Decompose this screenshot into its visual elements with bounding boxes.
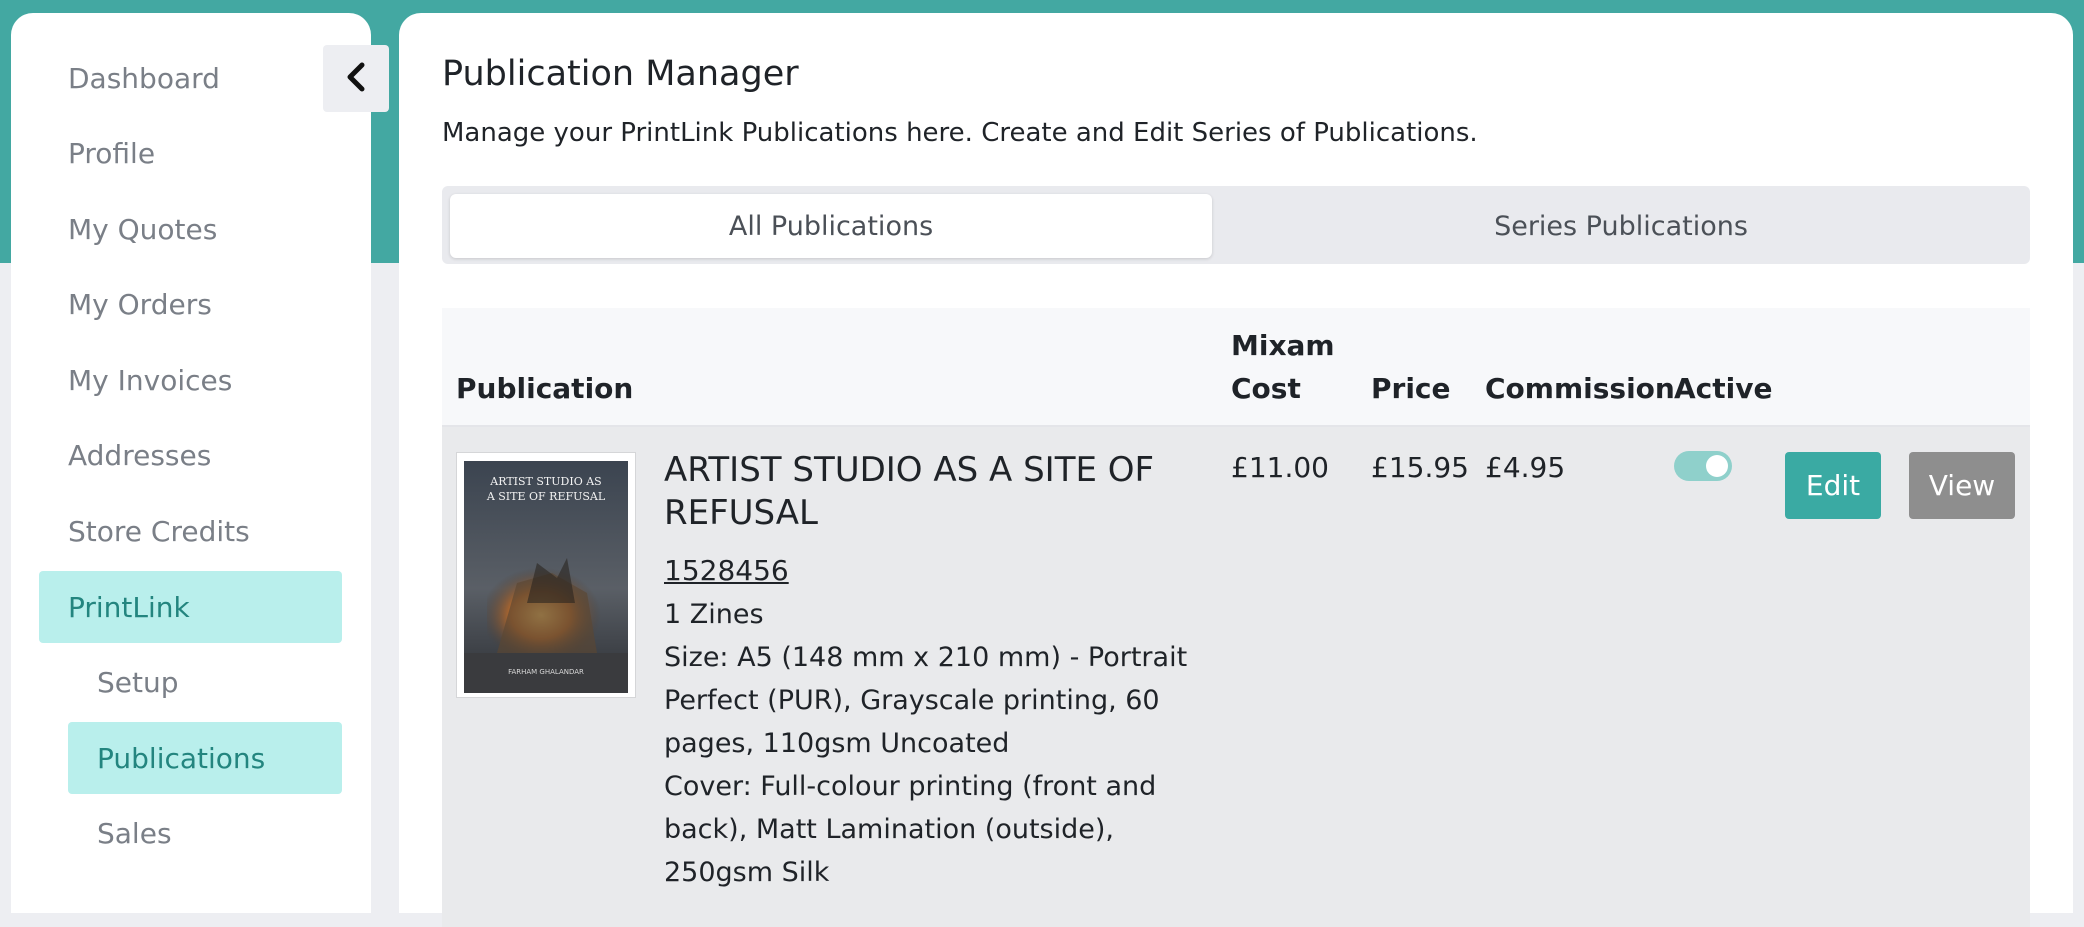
publication-title: ARTIST STUDIO AS A SITE OF REFUSAL — [664, 450, 1155, 533]
column-header-publication: Publication — [456, 372, 634, 405]
page-subtitle: Manage your PrintLink Publications here.… — [442, 118, 1478, 148]
sidebar-item-profile[interactable]: Profile — [39, 117, 342, 189]
sidebar-item-label: PrintLink — [68, 590, 190, 624]
sidebar-item-label: My Invoices — [68, 363, 233, 397]
sidebar-item-dashboard[interactable]: Dashboard — [39, 42, 342, 114]
sidebar-item-my-orders[interactable]: My Orders — [39, 268, 342, 340]
sidebar-item-label: Publications — [97, 741, 266, 775]
tab-label: All Publications — [728, 210, 934, 242]
page-title: Publication Manager — [442, 54, 799, 94]
sidebar-collapse-button[interactable] — [323, 45, 389, 112]
sidebar-item-printlink[interactable]: PrintLink — [39, 571, 342, 643]
sidebar-item-label: My Quotes — [68, 212, 218, 246]
column-header-mixam-cost-line1: Mixam — [1231, 329, 1335, 362]
svg-text:A SITE OF REFUSAL: A SITE OF REFUSAL — [486, 490, 606, 503]
cover-title-text: ARTIST STUDIO AS — [489, 475, 601, 488]
publication-id-link[interactable]: 1528456 — [664, 554, 789, 587]
sidebar-item-addresses[interactable]: Addresses — [39, 419, 342, 491]
publication-tabs: All Publications Series Publications — [442, 186, 2030, 264]
sidebar-item-label: My Orders — [68, 287, 212, 321]
publication-quantity: 1 Zines — [664, 599, 764, 630]
sidebar-item-label: Addresses — [68, 438, 212, 472]
publication-size: Size: A5 (148 mm x 210 mm) - Portrait — [664, 642, 1188, 673]
sidebar-item-label: Setup — [97, 665, 179, 699]
sidebar-item-sales[interactable]: Sales — [68, 797, 342, 869]
column-header-mixam-cost: Mixam Cost — [1231, 324, 1335, 410]
publication-cover-spec: Cover: Full-colour printing (front and b… — [664, 771, 1157, 888]
mixam-cost-value: £11.00 — [1231, 451, 1329, 484]
toggle-knob — [1706, 455, 1728, 477]
commission-value: £4.95 — [1485, 451, 1566, 484]
sidebar: Dashboard Profile My Quotes My Orders My… — [11, 13, 371, 913]
tab-series-publications[interactable]: Series Publications — [1220, 194, 2022, 258]
view-button[interactable]: View — [1909, 452, 2015, 519]
table-header: Publication Mixam Cost Price Commission … — [442, 308, 2030, 427]
chevron-left-icon — [345, 62, 367, 96]
column-header-commission: Commission — [1485, 372, 1675, 405]
sidebar-item-setup[interactable]: Setup — [68, 646, 342, 718]
cover-author-text: FARHAM GHALANDAR — [508, 668, 584, 676]
sidebar-item-label: Sales — [97, 816, 172, 850]
column-header-mixam-cost-line2: Cost — [1231, 372, 1301, 405]
column-header-price: Price — [1371, 372, 1451, 405]
tab-all-publications[interactable]: All Publications — [450, 194, 1212, 258]
sidebar-item-my-quotes[interactable]: My Quotes — [39, 193, 342, 265]
sidebar-item-publications[interactable]: Publications — [68, 722, 342, 794]
sidebar-item-label: Store Credits — [68, 514, 250, 548]
publication-cover-image[interactable]: ARTIST STUDIO AS A SITE OF REFUSAL FARHA… — [456, 452, 636, 698]
table-row: ARTIST STUDIO AS A SITE OF REFUSAL FARHA… — [442, 427, 2030, 927]
edit-button[interactable]: Edit — [1785, 452, 1881, 519]
active-toggle[interactable] — [1674, 451, 1732, 481]
sidebar-item-label: Dashboard — [68, 61, 220, 95]
price-value: £15.95 — [1371, 451, 1469, 484]
column-header-active: Active — [1674, 372, 1773, 405]
sidebar-item-store-credits[interactable]: Store Credits — [39, 495, 342, 567]
sidebar-item-label: Profile — [68, 136, 156, 170]
main-panel: Publication Manager Manage your PrintLin… — [399, 13, 2073, 927]
sidebar-item-my-invoices[interactable]: My Invoices — [39, 344, 342, 416]
publication-binding: Perfect (PUR), Grayscale printing, 60 pa… — [664, 685, 1160, 759]
tab-label: Series Publications — [1494, 210, 1748, 242]
